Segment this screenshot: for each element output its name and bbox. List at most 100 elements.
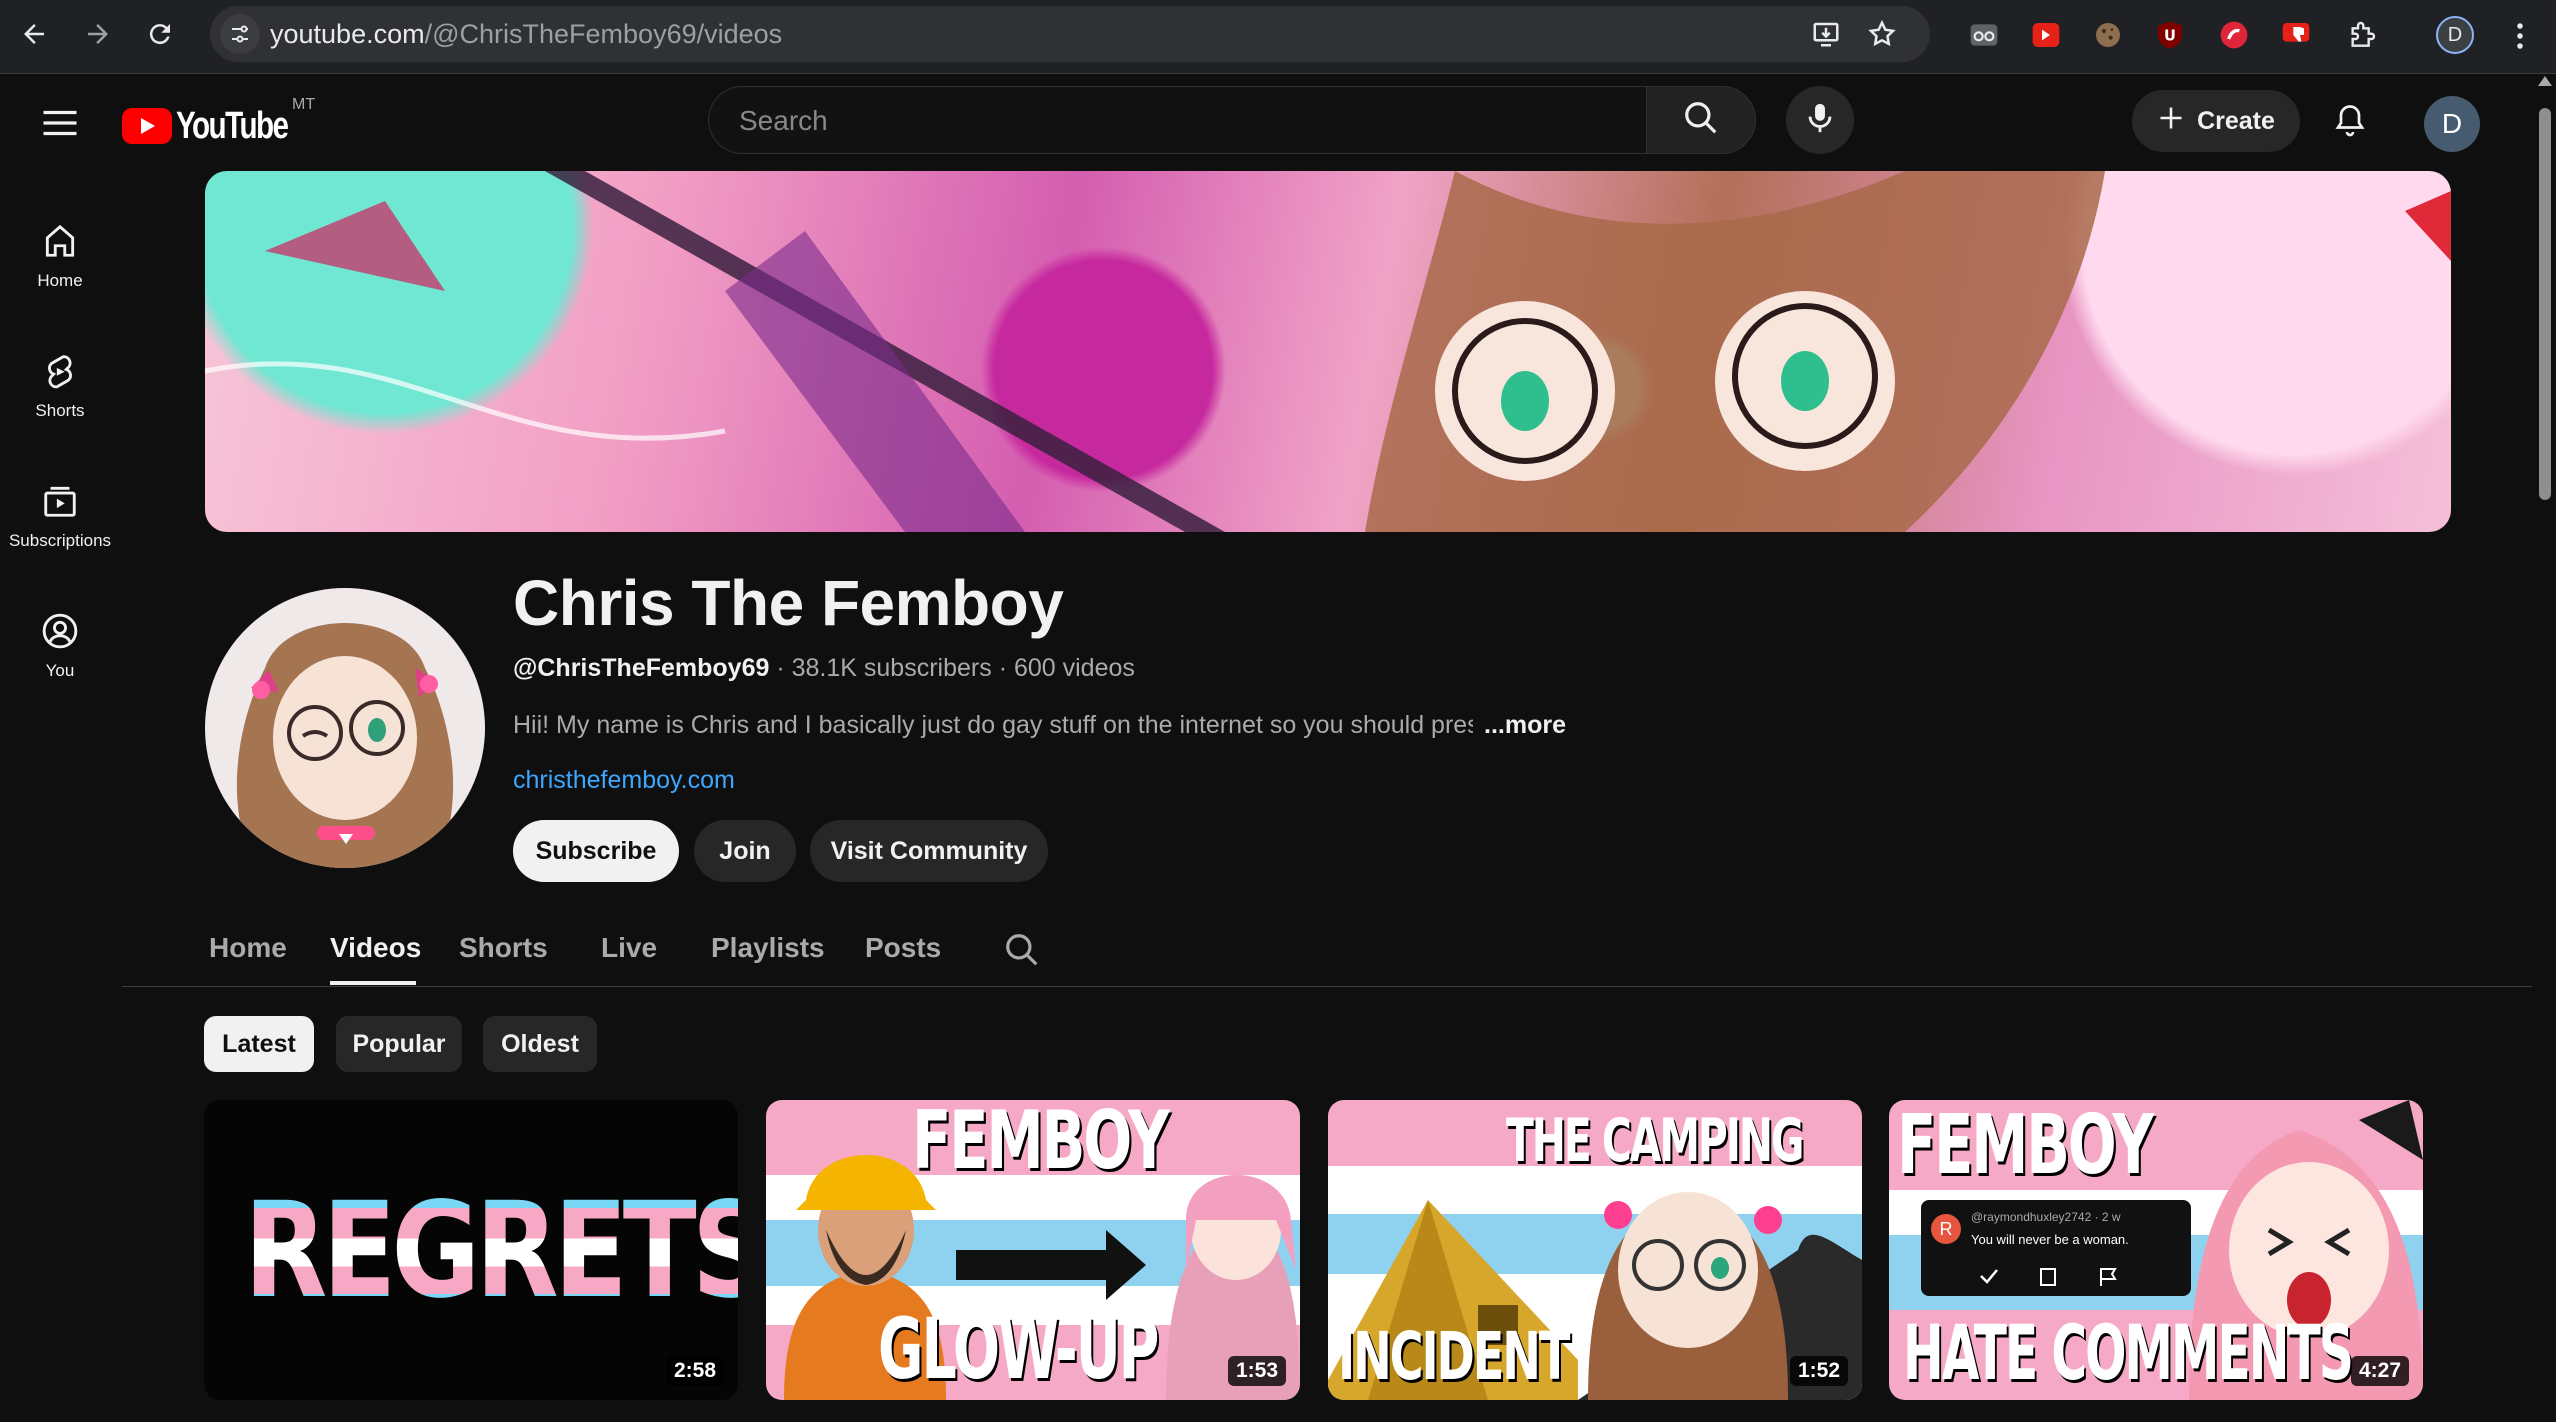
browser-toolbar: youtube.com/@ChrisTheFemboy69/videos U D <box>0 0 2556 74</box>
guide-label: You <box>45 661 75 680</box>
guide-item-subscriptions[interactable]: Subscriptions <box>0 450 120 580</box>
channel-search-icon[interactable] <box>998 926 1046 974</box>
video-duration: 4:27 <box>2350 1356 2409 1386</box>
guide-label: Subscriptions <box>8 531 112 550</box>
thumbnail-title-text: INCIDENT <box>1338 1318 1570 1395</box>
video-thumbnail[interactable]: THE CAMPING INCIDENT 1:52 <box>1328 1100 1862 1400</box>
url-path: /@ChrisTheFemboy69/videos <box>424 19 783 49</box>
guide-label: Home <box>37 271 83 290</box>
shorts-icon <box>38 349 82 393</box>
reader-ext-icon[interactable] <box>1966 17 2002 53</box>
voice-search-button[interactable] <box>1786 86 1854 154</box>
active-tab-indicator <box>330 981 416 985</box>
guide-item-you[interactable]: You <box>0 580 120 710</box>
visit-community-button[interactable]: Visit Community <box>810 820 1048 882</box>
mini-guide: Home Shorts Subscriptions You <box>0 190 120 710</box>
back-button[interactable] <box>12 14 56 58</box>
comment-avatar: R <box>1931 1214 1961 1244</box>
notifications-button[interactable] <box>2322 94 2378 150</box>
channel-banner <box>205 171 2451 532</box>
tab-live[interactable]: Live <box>601 932 657 964</box>
dislike-ext-icon[interactable] <box>2278 17 2314 53</box>
channel-handle[interactable]: @ChrisTheFemboy69 <box>513 654 769 682</box>
plus-icon <box>2157 104 2185 139</box>
thumbnail-title-text: THE CAMPING <box>1506 1106 1804 1176</box>
ublock-ext-icon[interactable]: U <box>2152 17 2188 53</box>
banner-artwork <box>205 171 2451 532</box>
comment-card: R @raymondhuxley2742 · 2 w You will neve… <box>1921 1200 2191 1296</box>
red-circle-ext-icon[interactable] <box>2216 17 2252 53</box>
channel-tabs: Home Videos Shorts Live Playlists Posts <box>122 920 2532 987</box>
subscriber-count: 38.1K subscribers <box>791 654 992 682</box>
guide-label: Shorts <box>35 401 85 420</box>
video-duration: 1:53 <box>1227 1356 1286 1386</box>
description-more-link[interactable]: ...more <box>1484 711 1566 740</box>
svg-text:U: U <box>2164 27 2176 44</box>
tab-videos[interactable]: Videos <box>330 932 421 964</box>
tab-posts[interactable]: Posts <box>865 932 941 964</box>
comment-user: @raymondhuxley2742 · 2 w <box>1971 1210 2121 1224</box>
thumbnail-title-text: FEMBOY <box>912 1100 1170 1187</box>
reload-icon <box>145 19 175 54</box>
video-count: 600 videos <box>1013 654 1135 682</box>
extensions-puzzle-icon[interactable] <box>2344 17 2380 53</box>
video-thumbnail[interactable]: R @raymondhuxley2742 · 2 w You will neve… <box>1889 1100 2423 1400</box>
scroll-up-arrow-icon[interactable] <box>2538 76 2552 86</box>
youtube-play-logo-icon <box>122 108 172 144</box>
chip-latest[interactable]: Latest <box>204 1016 314 1072</box>
video-thumbnail[interactable]: REGRETS 2:58 <box>204 1100 738 1400</box>
search-input[interactable] <box>737 101 1601 141</box>
reload-button[interactable] <box>138 14 182 58</box>
search-button[interactable] <box>1646 86 1756 154</box>
video-thumbnail[interactable]: FEMBOY GLOW-UP 1:53 <box>766 1100 1300 1400</box>
search-icon <box>1682 99 1720 142</box>
scrollbar-thumb[interactable] <box>2539 108 2551 500</box>
channel-avatar[interactable] <box>205 588 485 868</box>
chip-oldest[interactable]: Oldest <box>483 1016 597 1072</box>
subscribe-button[interactable]: Subscribe <box>513 820 679 882</box>
forward-arrow-icon <box>83 19 113 54</box>
guide-item-shorts[interactable]: Shorts <box>0 320 120 450</box>
microphone-icon <box>1803 101 1837 140</box>
site-info-icon[interactable] <box>220 14 260 54</box>
channel-meta: @ChrisTheFemboy69 · 38.1K subscribers · … <box>513 654 1135 683</box>
you-icon <box>38 609 82 653</box>
channel-description[interactable]: Hii! My name is Chris and I basically ju… <box>513 711 1473 740</box>
url-text[interactable]: youtube.com/@ChrisTheFemboy69/videos <box>270 19 782 50</box>
youtube-logo[interactable]: YouTube <box>122 105 319 147</box>
meta-separator: · <box>776 654 792 682</box>
create-label: Create <box>2197 106 2275 135</box>
video-duration: 1:52 <box>1789 1356 1848 1386</box>
comment-actions <box>1980 1268 2117 1286</box>
tab-shorts[interactable]: Shorts <box>459 932 548 964</box>
address-bar[interactable]: youtube.com/@ChrisTheFemboy69/videos <box>210 6 1930 62</box>
tab-home[interactable]: Home <box>209 932 287 964</box>
tab-playlists[interactable]: Playlists <box>711 932 825 964</box>
masthead: YouTube MT Create D <box>0 74 2530 170</box>
join-button[interactable]: Join <box>694 820 796 882</box>
home-icon <box>38 219 82 263</box>
kebab-menu-icon[interactable] <box>2502 16 2538 56</box>
search-box <box>708 86 1646 154</box>
chip-popular[interactable]: Popular <box>336 1016 462 1072</box>
page-scrollbar[interactable] <box>2534 74 2556 1422</box>
cookie-ext-icon[interactable] <box>2090 17 2126 53</box>
bookmark-star-icon[interactable] <box>1866 18 1898 50</box>
channel-name: Chris The Femboy <box>513 567 1064 639</box>
thumbnail-title-text: GLOW-UP <box>878 1300 1159 1398</box>
thumbnail-title-text: HATE COMMENTS <box>1903 1308 2354 1397</box>
browser-profile-avatar[interactable]: D <box>2436 16 2474 54</box>
install-app-icon[interactable] <box>1810 18 1842 50</box>
channel-link[interactable]: christhefemboy.com <box>513 766 735 795</box>
country-code: MT <box>292 96 316 113</box>
subscriptions-icon <box>38 479 82 523</box>
youtube-red-ext-icon[interactable] <box>2028 17 2064 53</box>
create-button[interactable]: Create <box>2132 90 2300 152</box>
account-avatar[interactable]: D <box>2424 96 2480 152</box>
comment-text: You will never be a woman. <box>1971 1232 2129 1247</box>
guide-item-home[interactable]: Home <box>0 190 120 320</box>
forward-button[interactable] <box>76 14 120 58</box>
thumbnail-title-text: FEMBOY <box>1897 1100 2154 1193</box>
hamburger-menu-icon[interactable] <box>36 100 84 146</box>
video-duration: 2:58 <box>665 1356 724 1386</box>
